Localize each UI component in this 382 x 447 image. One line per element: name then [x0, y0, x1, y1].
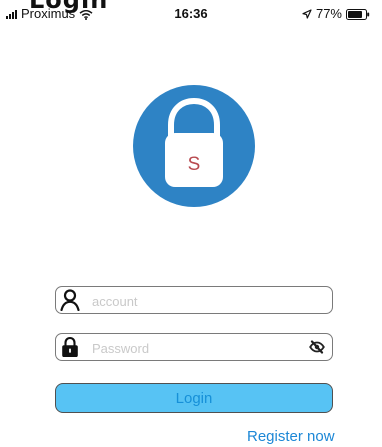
location-arrow-icon: [302, 9, 312, 19]
logo-letter: S: [188, 154, 201, 175]
status-right: 77%: [302, 6, 370, 22]
login-button[interactable]: Login: [55, 383, 333, 413]
password-input[interactable]: [92, 338, 302, 358]
app-logo: S: [133, 85, 255, 207]
user-icon: [60, 289, 80, 311]
lock-icon: [62, 336, 78, 357]
register-now-link[interactable]: Register now: [247, 428, 347, 445]
eye-slash-icon: [309, 340, 325, 354]
battery-percent: 77%: [315, 6, 342, 21]
status-bar: Proximus 16:36 77%: [0, 0, 382, 28]
account-input[interactable]: [92, 291, 302, 311]
password-visibility-toggle[interactable]: [309, 340, 325, 354]
padlock-icon: S: [133, 85, 255, 207]
account-field[interactable]: [55, 286, 333, 314]
password-field[interactable]: [55, 333, 333, 361]
battery-icon: [346, 8, 370, 20]
